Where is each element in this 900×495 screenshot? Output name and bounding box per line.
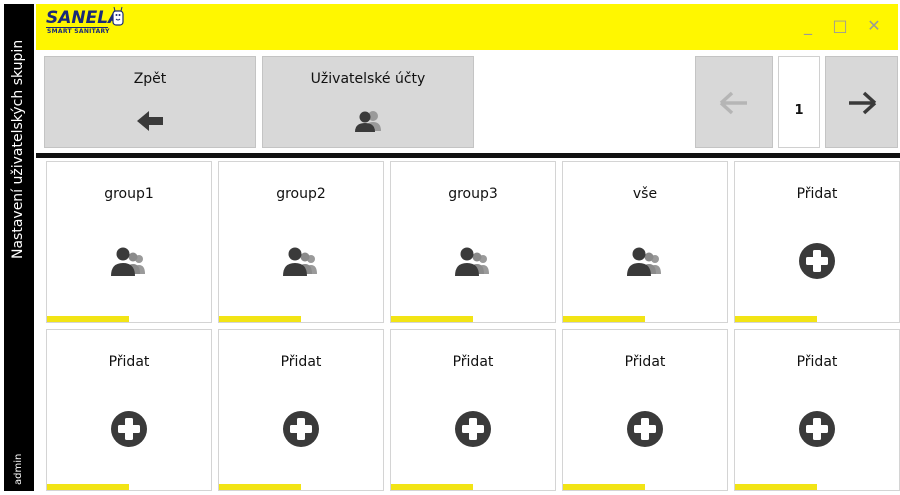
tile-accent-bar (735, 316, 817, 322)
arrow-left-icon (719, 91, 747, 115)
tile-label: group3 (448, 186, 498, 202)
sidebar-title-area: Nastavení uživatelských skupin (4, 4, 34, 264)
tile-accent-bar (563, 316, 645, 322)
group-tile[interactable]: group3 (390, 161, 556, 323)
arrow-right-icon (848, 91, 876, 115)
tile-label: Přidat (108, 354, 150, 370)
maximize-icon: □ (832, 16, 848, 35)
sidebar-user-area: admin (4, 445, 34, 485)
logo-subtitle: SMART SANITARY (47, 28, 110, 35)
minimize-icon: _ (804, 16, 812, 35)
tile-label: Přidat (280, 354, 322, 370)
page-title: Nastavení uživatelských skupin (10, 39, 26, 259)
user-accounts-button[interactable]: Uživatelské účty (262, 56, 474, 148)
page-number: 1 (794, 103, 804, 118)
page-indicator: 1 (778, 56, 820, 148)
back-button-label: Zpět (133, 71, 167, 87)
minimize-button[interactable]: _ (796, 14, 820, 38)
sidebar: Nastavení uživatelských skupin admin (4, 4, 34, 491)
tile-label: group2 (276, 186, 326, 202)
add-group-tile[interactable]: Přidat (218, 329, 384, 491)
sanela-logo: SANELA SMART SANITARY (46, 6, 156, 48)
tile-accent-bar (47, 316, 129, 322)
close-button[interactable]: ✕ (862, 14, 886, 38)
tile-label: Přidat (796, 186, 838, 202)
add-group-tile[interactable]: Přidat (734, 161, 900, 323)
tile-accent-bar (391, 316, 473, 322)
group-tile[interactable]: group1 (46, 161, 212, 323)
group-tile[interactable]: vše (562, 161, 728, 323)
add-group-tile[interactable]: Přidat (390, 329, 556, 491)
plus-circle-icon (283, 411, 319, 447)
plus-circle-icon (799, 243, 835, 279)
back-button[interactable]: Zpět (44, 56, 256, 148)
maximize-button[interactable]: □ (828, 14, 852, 38)
users-group-icon (111, 247, 145, 276)
add-group-tile[interactable]: Přidat (562, 329, 728, 491)
tile-label: Přidat (624, 354, 666, 370)
users-group-icon (455, 247, 489, 276)
user-accounts-label: Uživatelské účty (310, 71, 426, 87)
plus-circle-icon (799, 411, 835, 447)
plus-circle-icon (455, 411, 491, 447)
tile-label: vše (632, 186, 658, 202)
plus-circle-icon (111, 411, 147, 447)
plus-circle-icon (627, 411, 663, 447)
tile-accent-bar (391, 484, 473, 490)
tile-accent-bar (219, 316, 301, 322)
app-window: Nastavení uživatelských skupin admin SAN… (0, 0, 900, 495)
tile-label: group1 (104, 186, 154, 202)
add-group-tile[interactable]: Přidat (46, 329, 212, 491)
add-group-tile[interactable]: Přidat (734, 329, 900, 491)
title-bar: SANELA SMART SANITARY _ □ ✕ (36, 4, 898, 50)
toolbar-divider (36, 153, 900, 158)
tile-accent-bar (563, 484, 645, 490)
previous-page-button[interactable] (695, 56, 773, 148)
users-group-icon (627, 247, 661, 276)
logo-mascot-icon (112, 6, 124, 26)
group-tile[interactable]: group2 (218, 161, 384, 323)
tile-label: Přidat (452, 354, 494, 370)
current-user: admin (13, 453, 24, 485)
tile-label: Přidat (796, 354, 838, 370)
tile-accent-bar (219, 484, 301, 490)
users-icon (355, 111, 381, 132)
tile-accent-bar (735, 484, 817, 490)
users-group-icon (283, 247, 317, 276)
tile-accent-bar (47, 484, 129, 490)
arrow-left-icon (137, 111, 163, 131)
close-icon: ✕ (867, 16, 881, 35)
next-page-button[interactable] (825, 56, 898, 148)
